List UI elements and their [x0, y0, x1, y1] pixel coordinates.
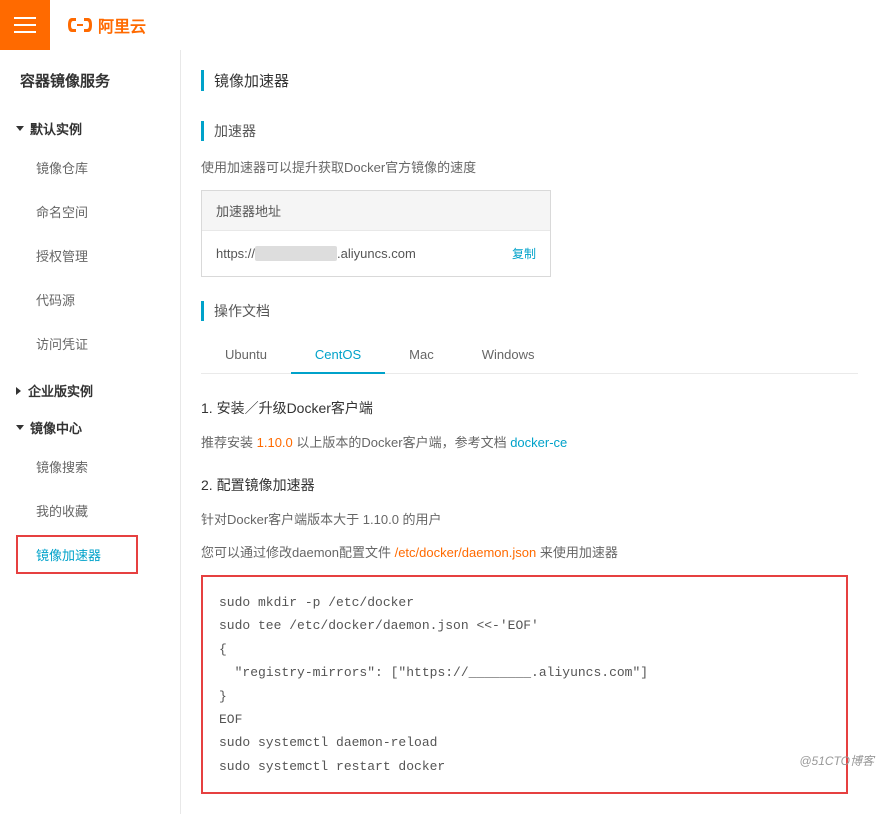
top-bar: 阿里云 — [0, 0, 882, 50]
copy-button[interactable]: 复制 — [512, 245, 536, 262]
accelerator-desc: 使用加速器可以提升获取Docker官方镜像的速度 — [201, 157, 858, 176]
service-title: 容器镜像服务 — [16, 70, 180, 91]
sidebar-item-code-source[interactable]: 代码源 — [16, 280, 180, 319]
step2-line2: 您可以通过修改daemon配置文件 /etc/docker/daemon.jso… — [201, 542, 858, 561]
sidebar-group-enterprise[interactable]: 企业版实例 — [16, 381, 180, 400]
sidebar: 容器镜像服务 默认实例 镜像仓库 命名空间 授权管理 代码源 访问凭证 企业版实… — [0, 50, 180, 814]
page-title: 镜像加速器 — [201, 70, 858, 91]
step2-title: 2. 配置镜像加速器 — [201, 475, 858, 495]
step1-title: 1. 安装／升级Docker客户端 — [201, 398, 858, 418]
menu-toggle-button[interactable] — [0, 0, 50, 50]
logo[interactable]: 阿里云 — [68, 13, 146, 37]
tab-windows[interactable]: Windows — [458, 337, 559, 373]
sidebar-item-image-accelerator[interactable]: 镜像加速器 — [16, 535, 138, 574]
daemon-json-path: /etc/docker/daemon.json — [395, 545, 537, 560]
address-obscured: xxxx — [255, 246, 337, 261]
aliyun-logo-icon — [68, 16, 92, 34]
docker-ce-link[interactable]: docker-ce — [510, 435, 567, 450]
step2-line1: 针对Docker客户端版本大于 1.10.0 的用户 — [201, 509, 858, 528]
watermark: @51CTO博客 — [799, 752, 874, 769]
accelerator-section-title: 加速器 — [201, 121, 858, 141]
tab-centos[interactable]: CentOS — [291, 337, 385, 374]
address-value: https://xxxx.aliyuncs.com — [216, 246, 416, 261]
address-label: 加速器地址 — [202, 191, 550, 231]
docker-version: 1.10.0 — [257, 435, 293, 450]
accelerator-address-box: 加速器地址 https://xxxx.aliyuncs.com 复制 — [201, 190, 551, 277]
sidebar-item-access-cred[interactable]: 访问凭证 — [16, 324, 180, 363]
code-block[interactable]: sudo mkdir -p /etc/docker sudo tee /etc/… — [201, 575, 848, 794]
sidebar-group-default-instance[interactable]: 默认实例 — [16, 119, 180, 138]
os-tabs: Ubuntu CentOS Mac Windows — [201, 337, 858, 374]
hamburger-icon — [14, 17, 36, 33]
main-content: 镜像加速器 加速器 使用加速器可以提升获取Docker官方镜像的速度 加速器地址… — [180, 50, 882, 814]
sidebar-item-namespace[interactable]: 命名空间 — [16, 192, 180, 231]
sidebar-group-image-center[interactable]: 镜像中心 — [16, 418, 180, 437]
step1-desc: 推荐安装 1.10.0 以上版本的Docker客户端，参考文档 docker-c… — [201, 432, 858, 451]
logo-text: 阿里云 — [98, 13, 146, 37]
sidebar-item-auth[interactable]: 授权管理 — [16, 236, 180, 275]
sidebar-item-image-search[interactable]: 镜像搜索 — [16, 447, 180, 486]
sidebar-item-my-favorites[interactable]: 我的收藏 — [16, 491, 180, 530]
doc-section-title: 操作文档 — [201, 301, 858, 321]
sidebar-item-image-repo[interactable]: 镜像仓库 — [16, 148, 180, 187]
tab-ubuntu[interactable]: Ubuntu — [201, 337, 291, 373]
tab-mac[interactable]: Mac — [385, 337, 458, 373]
